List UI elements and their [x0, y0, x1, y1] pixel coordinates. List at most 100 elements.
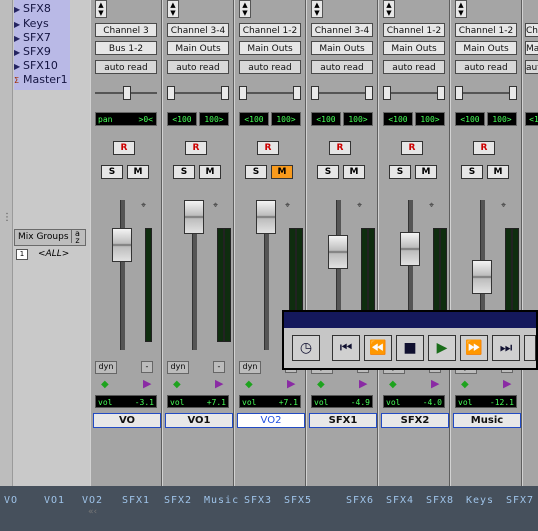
bottom-track-name[interactable]: SFX1	[122, 495, 150, 506]
output-selector[interactable]: Main Outs	[311, 41, 373, 55]
automation-selector[interactable]: auto	[525, 60, 538, 74]
track-list-item[interactable]: Σ Master1	[14, 73, 68, 87]
bottom-track-name[interactable]: SFX7	[506, 495, 534, 506]
automation-selector[interactable]: auto read	[311, 60, 373, 74]
bottom-track-name[interactable]: SFX3	[244, 495, 272, 506]
fast-forward-icon[interactable]: ⏩	[460, 335, 488, 361]
pan-knob-right[interactable]	[509, 86, 517, 100]
output-selector[interactable]: Main Outs	[383, 41, 445, 55]
bottom-track-name[interactable]: Music	[204, 495, 239, 506]
volume-fader[interactable]	[328, 235, 348, 269]
track-name[interactable]: VO2	[237, 413, 305, 428]
record-button-partial[interactable]	[524, 335, 536, 361]
solo-button[interactable]: S	[317, 165, 339, 179]
bottom-track-name[interactable]: VO	[4, 495, 18, 506]
track-name[interactable]: VO1	[165, 413, 233, 428]
mute-button[interactable]: M	[199, 165, 221, 179]
input-selector[interactable]: Channel	[525, 23, 538, 37]
volume-fader[interactable]	[184, 200, 204, 234]
pan-knob-right[interactable]	[365, 86, 373, 100]
mute-button[interactable]: M	[127, 165, 149, 179]
bottom-track-name[interactable]: SFX4	[386, 495, 414, 506]
track-name[interactable]: SFX2	[381, 413, 449, 428]
output-selector[interactable]: Main Outs	[167, 41, 229, 55]
insert-arrow-icon[interactable]: ▲ ▼	[311, 0, 323, 18]
mix-groups-header[interactable]: Mix Groups a z	[14, 229, 86, 246]
stop-icon[interactable]: ■	[396, 335, 424, 361]
track-list-item[interactable]: ▶ SFX9	[14, 45, 51, 59]
record-enable-button[interactable]: R	[401, 141, 423, 155]
pan-knob[interactable]	[239, 86, 247, 100]
insert-arrow-icon[interactable]: ▲ ▼	[239, 0, 251, 18]
bottom-track-name[interactable]: SFX6	[346, 495, 374, 506]
horizontal-scroll-icon[interactable]: «‹	[88, 507, 118, 519]
automation-selector[interactable]: auto read	[383, 60, 445, 74]
pan-knob[interactable]	[123, 86, 131, 100]
track-list-item[interactable]: ▶ SFX8	[14, 2, 51, 16]
insert-arrow-icon[interactable]: ▲ ▼	[383, 0, 395, 18]
automation-selector[interactable]: auto read	[455, 60, 517, 74]
track-list-item[interactable]: ▶ Keys	[14, 17, 49, 31]
solo-button[interactable]: S	[245, 165, 267, 179]
insert-arrow-icon[interactable]: ▲ ▼	[455, 0, 467, 18]
mix-group-row[interactable]: 1 <ALL>	[14, 247, 84, 261]
solo-button[interactable]: S	[389, 165, 411, 179]
insert-arrow-icon[interactable]: ▲ ▼	[167, 0, 179, 18]
mute-button[interactable]: M	[415, 165, 437, 179]
bottom-track-name[interactable]: VO2	[82, 495, 103, 506]
record-enable-button[interactable]: R	[113, 141, 135, 155]
solo-button[interactable]: S	[461, 165, 483, 179]
input-selector[interactable]: Channel 3-4	[311, 23, 373, 37]
rewind-icon[interactable]: ⏪	[364, 335, 392, 361]
volume-fader[interactable]	[400, 232, 420, 266]
solo-button[interactable]: S	[173, 165, 195, 179]
output-selector[interactable]: Main O	[525, 41, 538, 55]
transport-window[interactable]: ◷ ⏮ ⏪ ■ ▶ ⏩ ⏭	[282, 310, 538, 370]
track-name[interactable]: SFX1	[309, 413, 377, 428]
pan-knob-right[interactable]	[437, 86, 445, 100]
input-selector[interactable]: Channel 1-2	[455, 23, 517, 37]
solo-button[interactable]: S	[101, 165, 123, 179]
transport-titlebar[interactable]	[284, 312, 536, 328]
group-id-box[interactable]: 1	[16, 249, 28, 260]
bottom-track-name[interactable]: SFX5	[284, 495, 312, 506]
volume-fader[interactable]	[112, 228, 132, 262]
input-selector[interactable]: Channel 3	[95, 23, 157, 37]
pan-knob[interactable]	[455, 86, 463, 100]
track-list-item[interactable]: ▶ SFX7	[14, 31, 51, 45]
pan-knob[interactable]	[383, 86, 391, 100]
record-enable-button[interactable]: R	[185, 141, 207, 155]
bottom-track-name[interactable]: SFX2	[164, 495, 192, 506]
output-selector[interactable]: Bus 1-2	[95, 41, 157, 55]
track-name[interactable]: Music	[453, 413, 521, 428]
pan-knob[interactable]	[167, 86, 175, 100]
automation-selector[interactable]: auto read	[239, 60, 301, 74]
pan-knob[interactable]	[311, 86, 319, 100]
bottom-track-name[interactable]: SFX8	[426, 495, 454, 506]
record-enable-button[interactable]: R	[473, 141, 495, 155]
volume-fader[interactable]	[472, 260, 492, 294]
input-selector[interactable]: Channel 3-4	[167, 23, 229, 37]
volume-fader[interactable]	[256, 200, 276, 234]
record-enable-button[interactable]: R	[257, 141, 279, 155]
track-list-item[interactable]: ▶ SFX10	[14, 59, 58, 73]
mute-button[interactable]: M	[343, 165, 365, 179]
dyn-button[interactable]: dyn	[95, 361, 117, 374]
dyn-button[interactable]: dyn	[239, 361, 261, 374]
automation-selector[interactable]: auto read	[167, 60, 229, 74]
play-icon[interactable]: ▶	[428, 335, 456, 361]
bottom-track-name[interactable]: Keys	[466, 495, 494, 506]
mute-button[interactable]: M	[487, 165, 509, 179]
return-to-zero-icon[interactable]: ⏮	[332, 335, 360, 361]
mute-button[interactable]: M	[271, 165, 293, 179]
output-selector[interactable]: Main Outs	[455, 41, 517, 55]
go-to-end-icon[interactable]: ⏭	[492, 335, 520, 361]
resize-handle-icon[interactable]: ⋮	[2, 212, 12, 223]
automation-selector[interactable]: auto read	[95, 60, 157, 74]
output-selector[interactable]: Main Outs	[239, 41, 301, 55]
insert-arrow-icon[interactable]: ▲ ▼	[95, 0, 107, 18]
bottom-track-name[interactable]: VO1	[44, 495, 65, 506]
online-clock-icon[interactable]: ◷	[292, 335, 320, 361]
input-selector[interactable]: Channel 1-2	[383, 23, 445, 37]
sort-selector[interactable]: a z	[71, 230, 83, 245]
